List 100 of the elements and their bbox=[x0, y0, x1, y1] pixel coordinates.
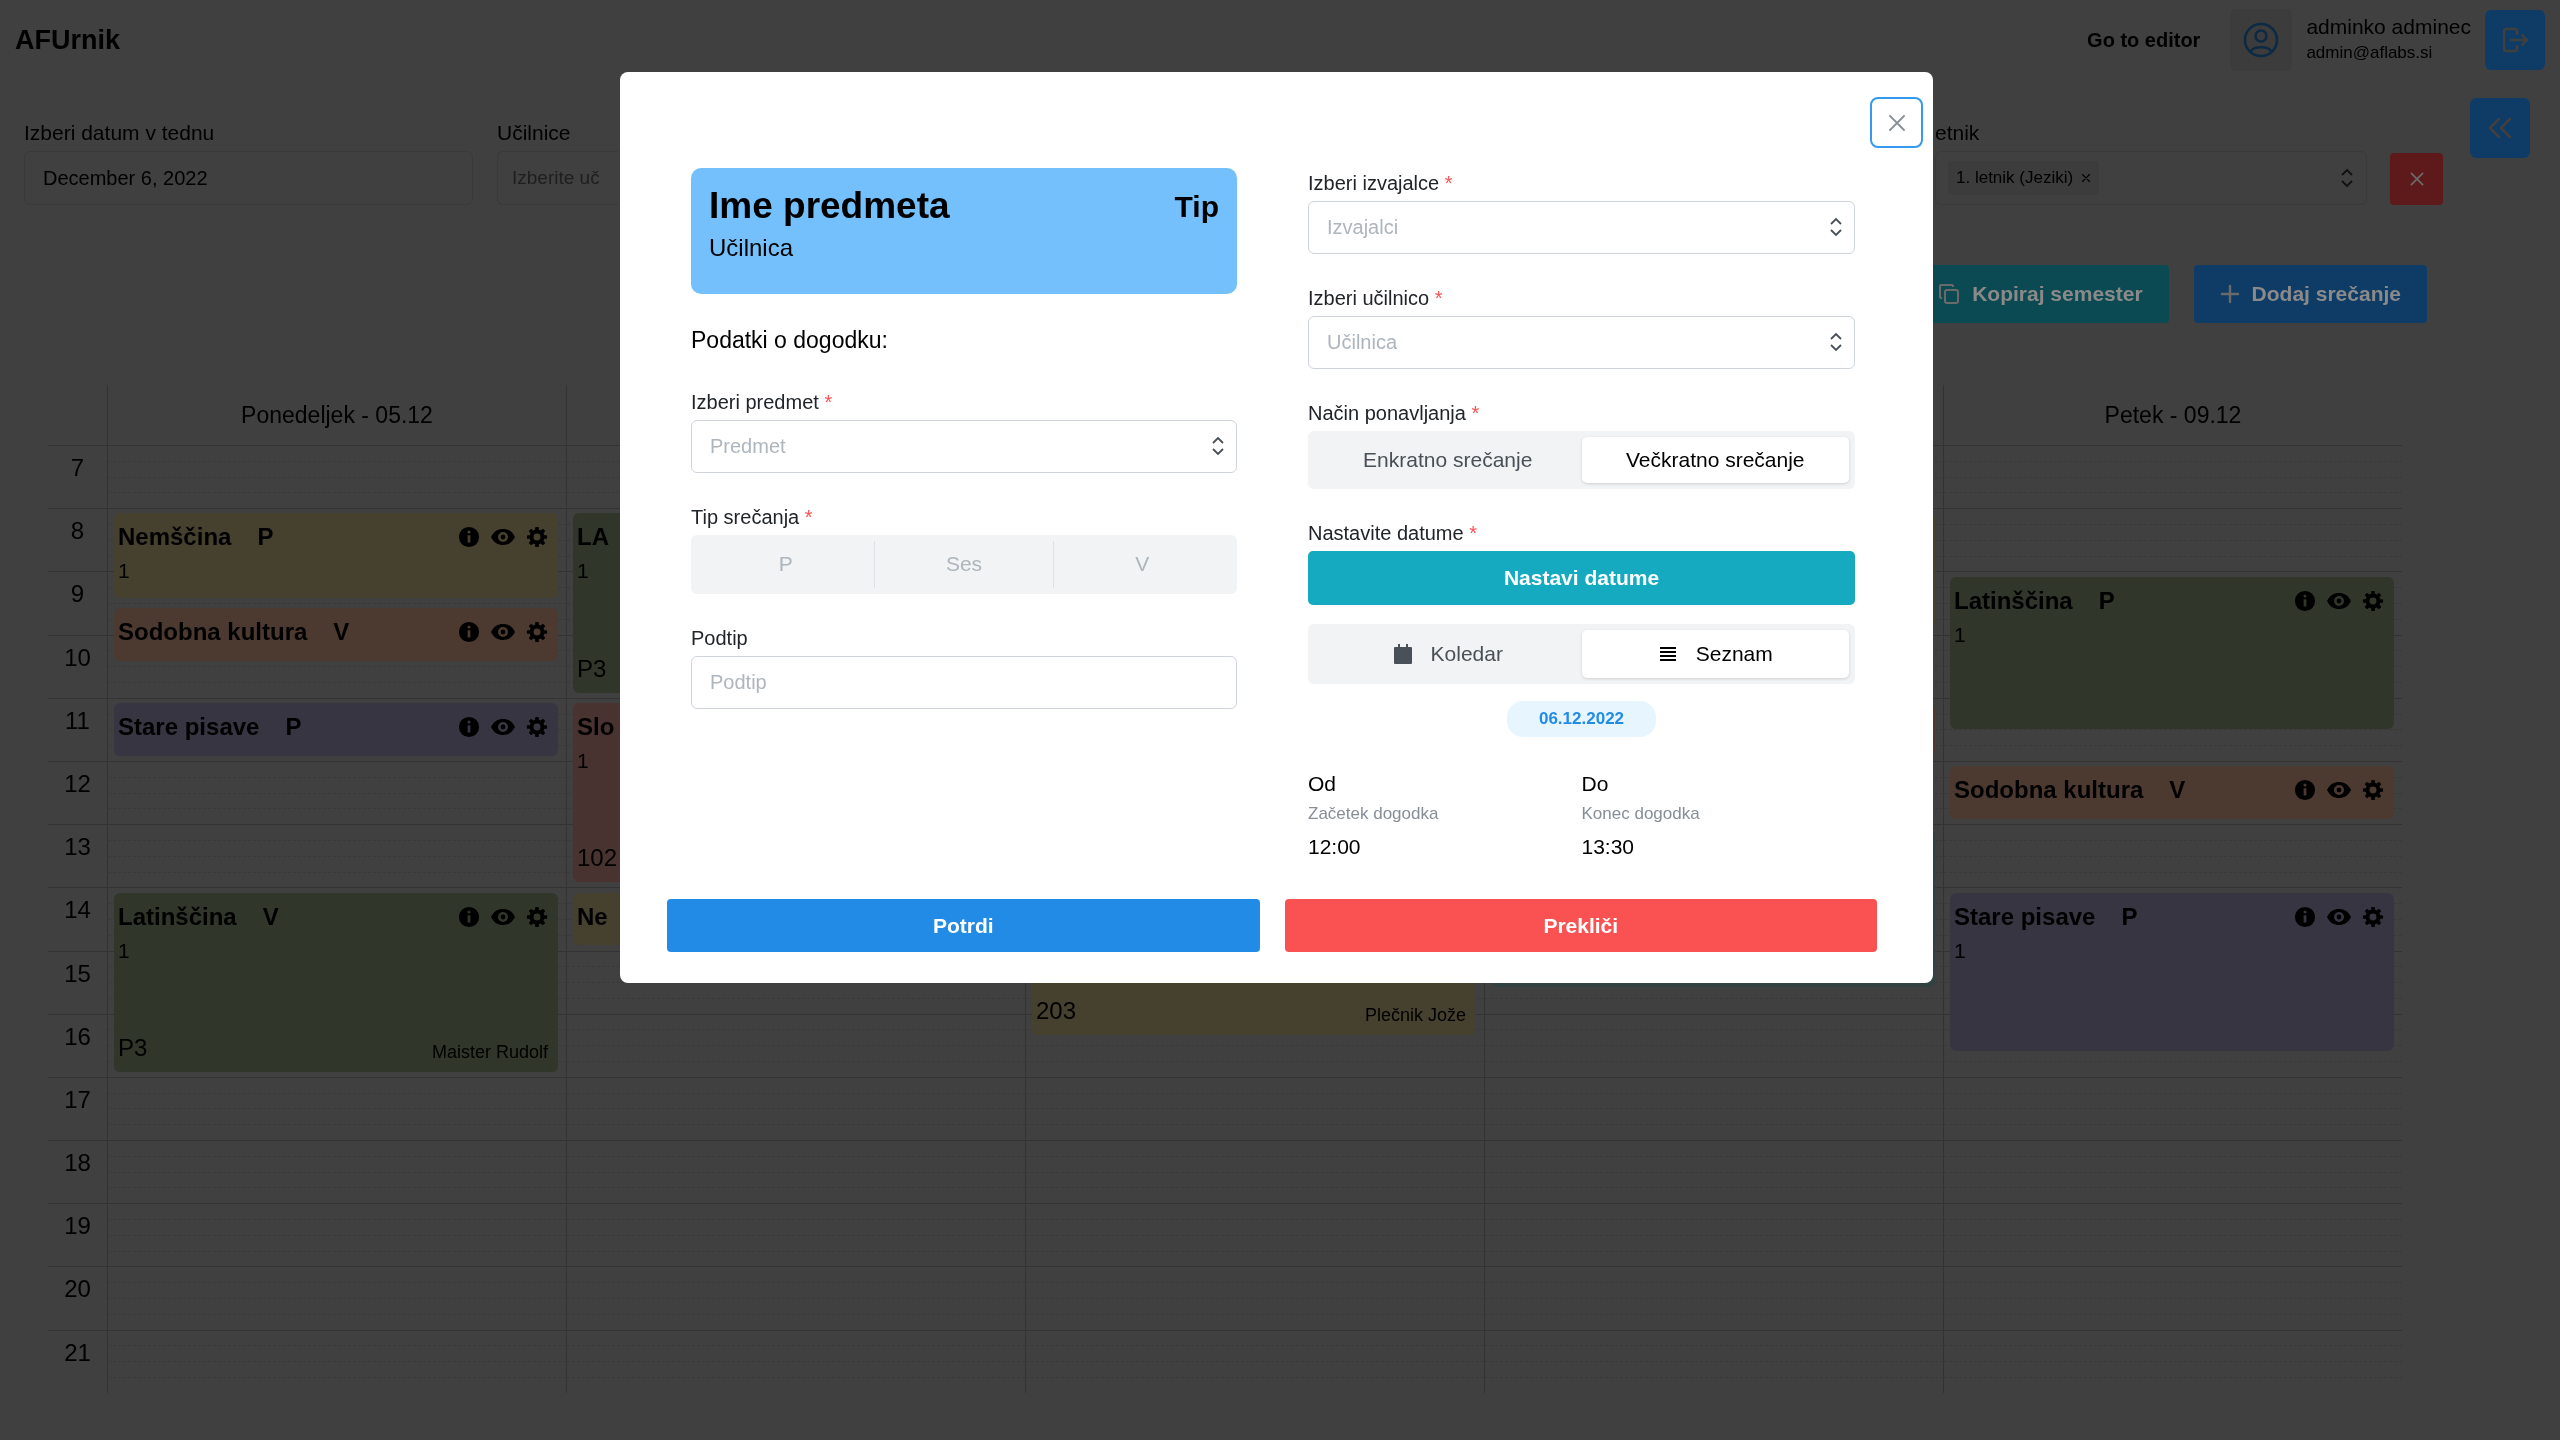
segment-option[interactable]: Seznam bbox=[1581, 630, 1849, 678]
event-room: 102 bbox=[577, 843, 618, 874]
time-hint: Začetek dogodka bbox=[1308, 803, 1440, 825]
hour-label: 8 bbox=[69, 516, 86, 547]
event-title: Sodobna kultura bbox=[118, 617, 308, 648]
event-group: 1 bbox=[118, 555, 130, 587]
gear-icon bbox=[526, 621, 548, 644]
event-group: 1 bbox=[577, 745, 589, 777]
event-title: Slo bbox=[577, 712, 615, 743]
hour-label: 10 bbox=[63, 642, 92, 673]
calendar-icon bbox=[1392, 643, 1413, 665]
user-name: adminko adminec bbox=[2306, 14, 2471, 41]
time-value: 12:00 bbox=[1308, 833, 1362, 860]
close-icon bbox=[1886, 112, 1907, 133]
clear-button[interactable] bbox=[2390, 153, 2443, 205]
hour-label: 13 bbox=[63, 832, 92, 863]
close-icon bbox=[2408, 171, 2425, 187]
chevron-up-down-icon bbox=[1829, 331, 1843, 353]
date-field[interactable]: December 6, 2022 bbox=[24, 151, 473, 205]
hour-label: 17 bbox=[63, 1084, 92, 1115]
hour-label: 7 bbox=[69, 453, 86, 483]
field-label: Izberi učilnico * bbox=[1308, 286, 1444, 310]
hour-label: 9 bbox=[69, 579, 86, 610]
filter-label: Učilnice bbox=[497, 121, 572, 145]
list-icon bbox=[1657, 644, 1678, 664]
editor-link[interactable]: Go to editor bbox=[2087, 25, 2201, 55]
gear-icon bbox=[2362, 589, 2384, 612]
section-title: Podatki o dogodku: bbox=[691, 326, 889, 355]
hour-label: 18 bbox=[63, 1148, 92, 1179]
add-meeting-button[interactable]: Dodaj srečanje bbox=[2193, 265, 2427, 323]
info-icon bbox=[2294, 589, 2316, 612]
event-card[interactable]: Nemščina P 1 bbox=[114, 513, 558, 598]
copy-icon bbox=[1938, 283, 1961, 305]
event-card[interactable]: Stare pisave P 1 bbox=[1950, 892, 2394, 1051]
info-icon bbox=[458, 621, 480, 644]
event-card[interactable]: Sodobna kultura V bbox=[114, 608, 558, 661]
remove-tag-icon bbox=[2081, 173, 2092, 183]
info-icon bbox=[458, 905, 480, 928]
preview-type: Tip bbox=[1174, 188, 1219, 225]
info-icon bbox=[2294, 779, 2316, 802]
time-hint: Konec dogodka bbox=[1581, 803, 1701, 825]
event-title: Ne bbox=[577, 901, 608, 932]
field-label: Podtip bbox=[691, 625, 749, 650]
info-icon bbox=[458, 526, 480, 549]
hour-label: 11 bbox=[64, 705, 91, 736]
event-type: V bbox=[2169, 775, 2186, 806]
day-header: Ponedeljek - 05.12 bbox=[241, 400, 433, 430]
field-label: Izberi izvajalce * bbox=[1308, 171, 1454, 195]
field-label: Način ponavljanja * bbox=[1308, 401, 1481, 425]
segment-option[interactable]: Večkratno srečanje bbox=[1581, 437, 1849, 483]
field-label: Nastavite datume * bbox=[1308, 521, 1478, 545]
app-logo: AFUrnik bbox=[15, 23, 120, 57]
event-type: P bbox=[257, 522, 274, 553]
double-chevron-left-icon bbox=[2487, 116, 2513, 140]
gear-icon bbox=[2362, 905, 2384, 928]
event-title: Stare pisave bbox=[1954, 901, 2096, 932]
event-card[interactable]: Stare pisave P bbox=[114, 703, 558, 756]
date-badge: 06.12.2022 bbox=[1506, 701, 1657, 737]
logout-button[interactable] bbox=[2485, 10, 2545, 70]
confirm-button[interactable]: Potrdi bbox=[667, 899, 1260, 952]
preview-room: Učilnica bbox=[709, 233, 795, 263]
segment-option[interactable]: Enkratno srečanje bbox=[1314, 437, 1582, 483]
filter-label: Izberi datum v tednu bbox=[24, 121, 216, 145]
segment-option[interactable]: Koledar bbox=[1314, 630, 1582, 678]
event-room: 203 bbox=[1036, 995, 1077, 1026]
event-type: P bbox=[2121, 901, 2138, 932]
plus-icon bbox=[2219, 284, 2240, 304]
multiselect-field[interactable]: 1. letnik (Jeziki) bbox=[1935, 151, 2367, 205]
gear-icon bbox=[526, 526, 548, 549]
time-label: Od bbox=[1308, 770, 1337, 797]
field-label: Izberi predmet * bbox=[691, 389, 834, 414]
preview-title: Ime predmeta bbox=[709, 184, 950, 228]
close-button[interactable] bbox=[1870, 97, 1923, 148]
info-icon bbox=[2294, 905, 2316, 928]
filter-label: etnik bbox=[1935, 121, 1981, 145]
user-circle-icon bbox=[2242, 21, 2281, 59]
time-label: Do bbox=[1581, 770, 1610, 797]
day-header: Petek - 09.12 bbox=[2104, 400, 2242, 430]
event-title: Stare pisave bbox=[118, 712, 260, 743]
field-label: Tip srečanja * bbox=[691, 504, 814, 529]
user-button[interactable] bbox=[2230, 9, 2293, 71]
hour-label: 12 bbox=[63, 768, 92, 799]
input-field[interactable]: Podtip bbox=[691, 655, 1237, 709]
collapse-button[interactable] bbox=[2470, 98, 2530, 158]
logout-icon bbox=[2500, 25, 2530, 55]
hour-label: 16 bbox=[63, 1021, 92, 1052]
gear-icon bbox=[526, 716, 548, 739]
time-value: 13:30 bbox=[1581, 833, 1636, 860]
cancel-button[interactable]: Prekliči bbox=[1284, 899, 1877, 952]
event-group: 1 bbox=[1954, 934, 1966, 967]
hour-label: 19 bbox=[63, 1211, 92, 1242]
event-title: Sodobna kultura bbox=[1954, 775, 2144, 806]
gear-icon bbox=[2362, 779, 2384, 802]
event-type: P bbox=[285, 712, 302, 743]
gear-icon bbox=[526, 905, 548, 928]
chevron-up-down-icon bbox=[2340, 167, 2354, 189]
hour-label: 15 bbox=[63, 958, 92, 989]
event-card[interactable]: Sodobna kultura V bbox=[1950, 766, 2394, 819]
set-dates-button[interactable]: Nastavi datume bbox=[1308, 551, 1855, 605]
event-teacher: Plečnik Jože bbox=[1364, 1003, 1466, 1027]
